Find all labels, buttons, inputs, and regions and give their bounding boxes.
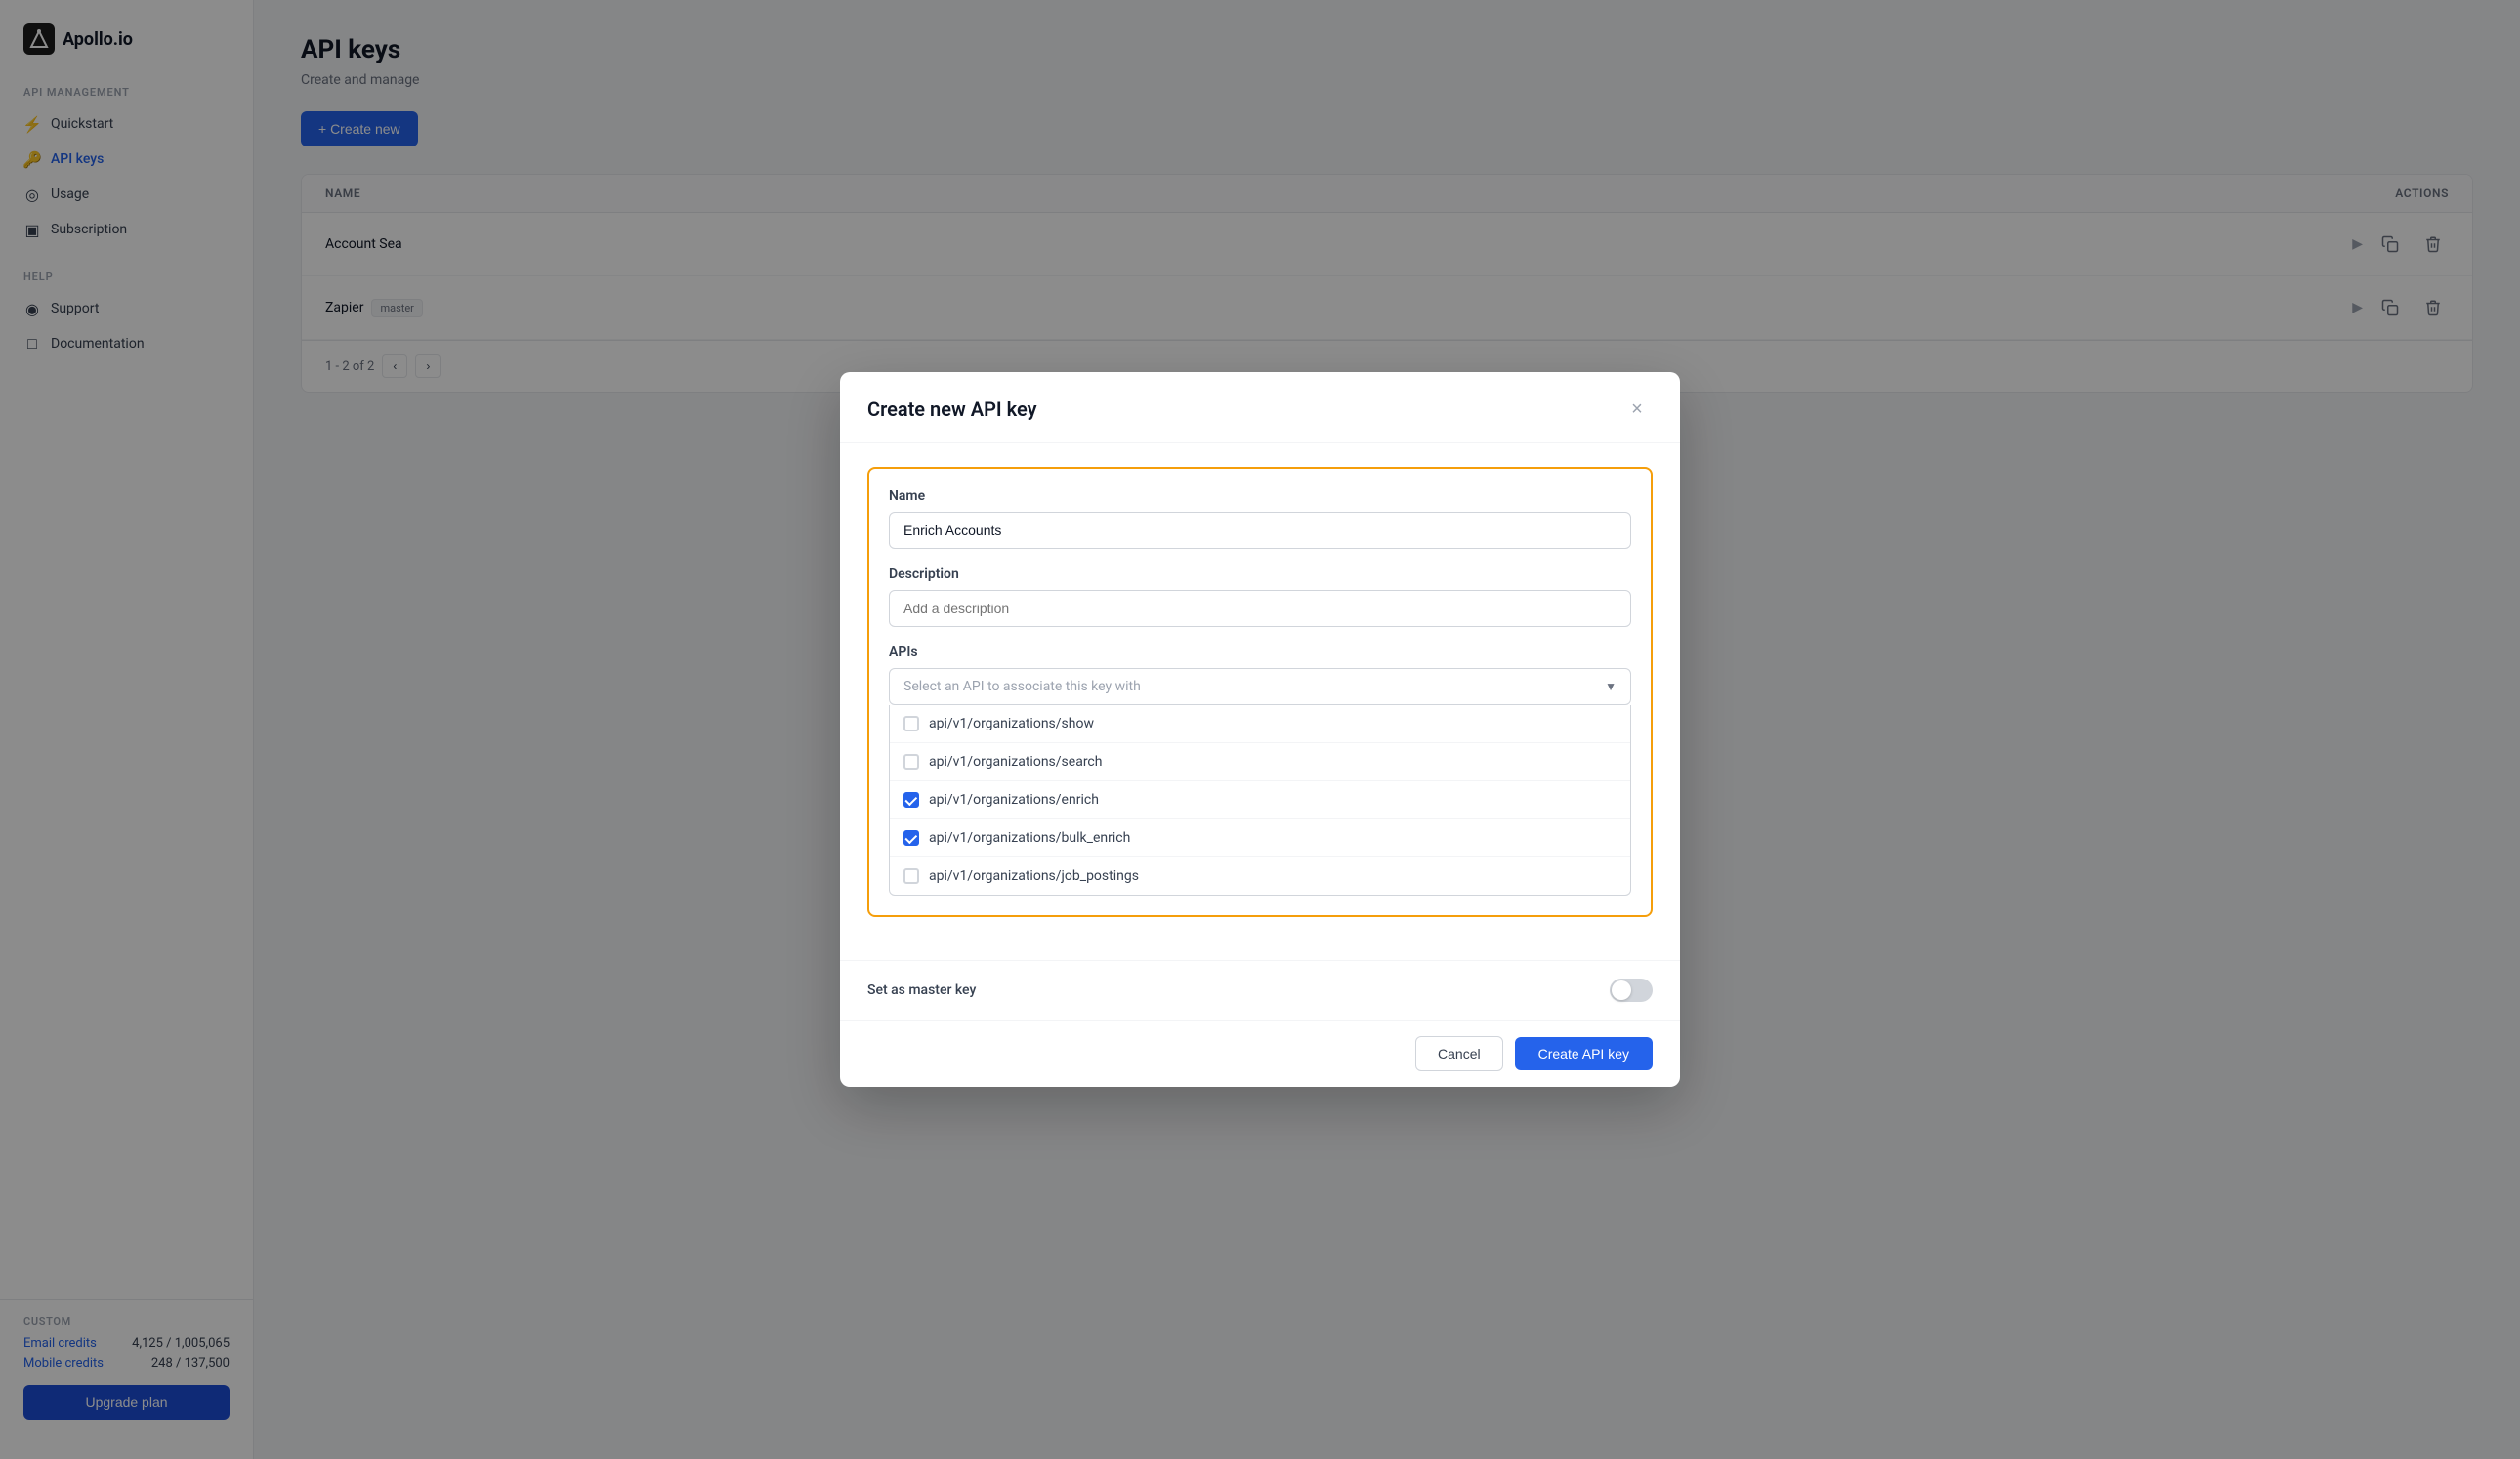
dropdown-chevron-icon: ▼ [1605,680,1617,693]
api-option-4[interactable]: api/v1/organizations/bulk_enrich [890,819,1630,857]
modal-overlay[interactable]: Create new API key × Name Description AP… [0,0,2520,1459]
apis-field-label: APIs [889,645,1631,660]
master-key-section: Set as master key [840,960,1680,1020]
api-option-5[interactable]: api/v1/organizations/job_postings [890,857,1630,895]
description-field-label: Description [889,566,1631,582]
cancel-button[interactable]: Cancel [1415,1036,1503,1071]
modal-header: Create new API key × [840,372,1680,443]
api-option-3[interactable]: api/v1/organizations/enrich [890,781,1630,819]
create-api-key-button[interactable]: Create API key [1515,1037,1653,1070]
description-field-wrapper: Description [889,566,1631,627]
api-option-2[interactable]: api/v1/organizations/search [890,743,1630,781]
master-key-label: Set as master key [867,982,976,998]
modal-close-button[interactable]: × [1621,394,1653,425]
modal-title: Create new API key [867,397,1037,421]
api-checkbox-2[interactable] [903,754,919,770]
api-checkbox-4[interactable] [903,830,919,846]
api-options-list: api/v1/organizations/show api/v1/organiz… [889,705,1631,896]
api-select-placeholder: Select an API to associate this key with [903,679,1141,694]
description-input[interactable] [889,590,1631,627]
api-option-label-2: api/v1/organizations/search [929,754,1102,770]
name-field-label: Name [889,488,1631,504]
modal-body: Name Description APIs Select an API to a… [840,443,1680,960]
api-option-label-4: api/v1/organizations/bulk_enrich [929,830,1130,846]
api-option-label-1: api/v1/organizations/show [929,716,1094,731]
api-checkbox-5[interactable] [903,868,919,884]
api-option-1[interactable]: api/v1/organizations/show [890,705,1630,743]
highlighted-form-section: Name Description APIs Select an API to a… [867,467,1653,917]
modal-footer: Cancel Create API key [840,1020,1680,1087]
api-option-label-3: api/v1/organizations/enrich [929,792,1099,808]
api-checkbox-1[interactable] [903,716,919,731]
name-input[interactable] [889,512,1631,549]
api-checkbox-3[interactable] [903,792,919,808]
master-key-toggle[interactable] [1610,979,1653,1002]
apis-field-wrapper: APIs Select an API to associate this key… [889,645,1631,896]
api-option-label-5: api/v1/organizations/job_postings [929,868,1139,884]
api-select-dropdown[interactable]: Select an API to associate this key with… [889,668,1631,705]
create-api-key-modal: Create new API key × Name Description AP… [840,372,1680,1087]
